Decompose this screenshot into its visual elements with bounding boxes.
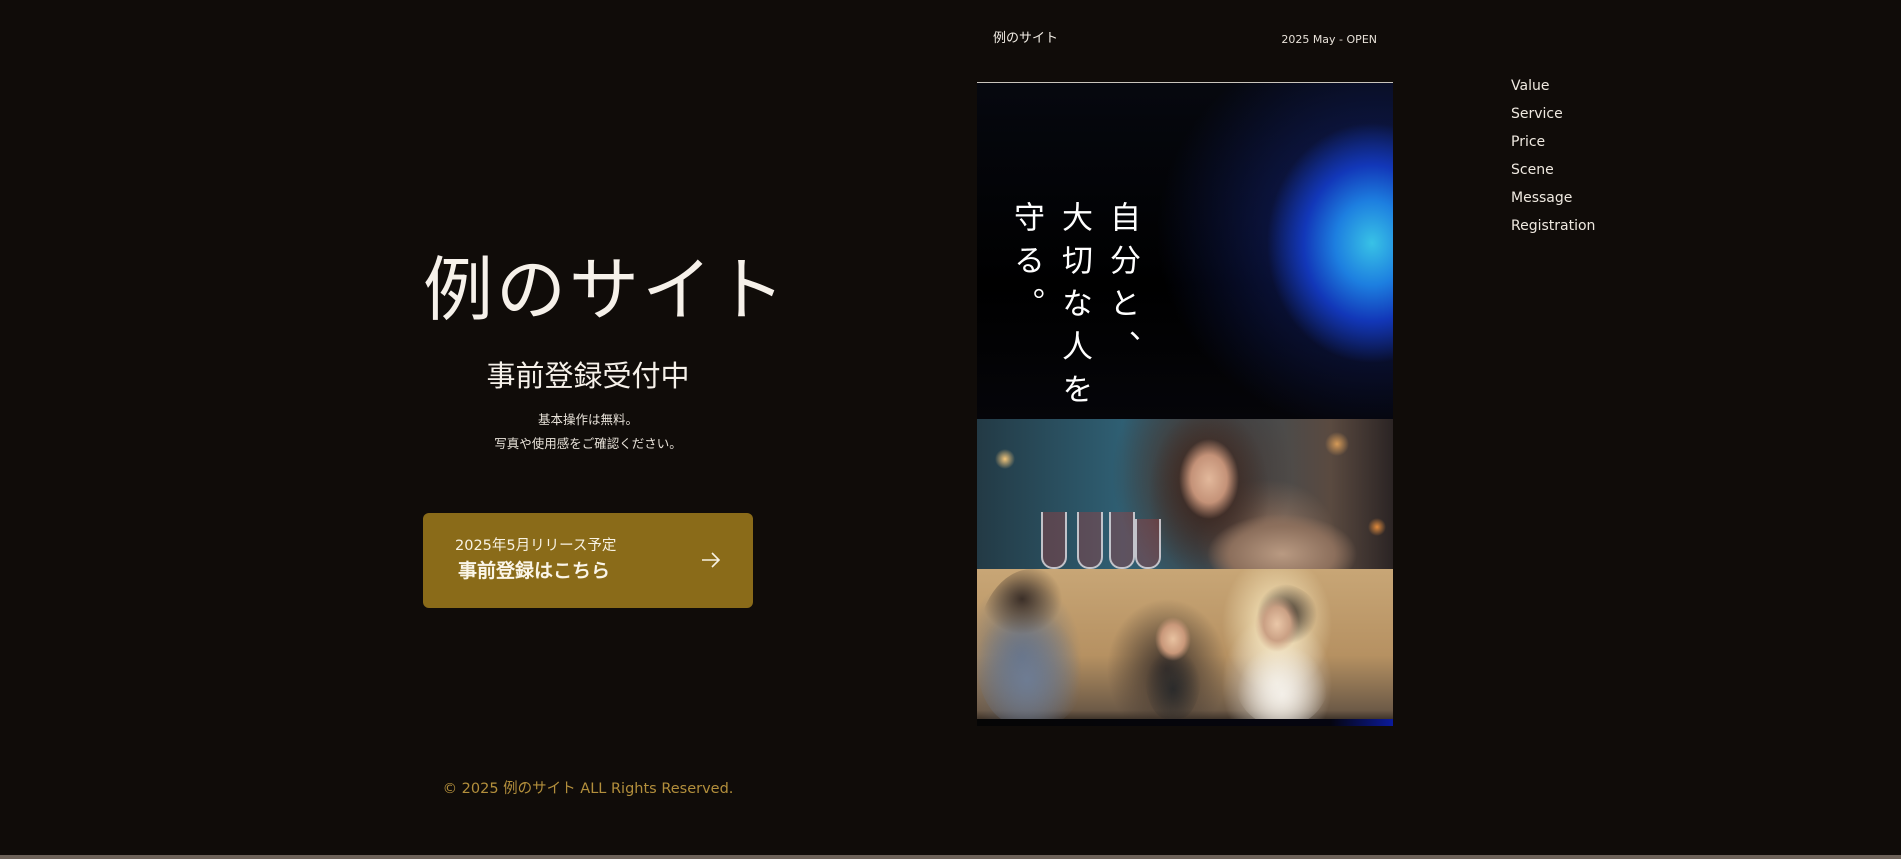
side-navigation: Value Service Price Scene Message Regist…: [1511, 72, 1595, 240]
nav-item-service[interactable]: Service: [1511, 100, 1595, 128]
pre-registration-label: 事前登録はこちら: [458, 560, 611, 582]
hero-description-line: 基本操作は無料。: [537, 412, 638, 427]
panel-header: 例のサイト 2025 May - OPEN: [977, 16, 1393, 83]
family-photo: [977, 569, 1393, 726]
hero-title: 例のサイト: [423, 249, 788, 331]
open-date: 2025 May - OPEN: [1281, 33, 1377, 46]
nav-item-price[interactable]: Price: [1511, 128, 1595, 156]
key-visual: 自分と、 大切な人を 守る。: [977, 83, 1393, 419]
key-copy-line: 自分と、: [1104, 201, 1140, 373]
landing-page: 例のサイト 事前登録受付中 基本操作は無料。 写真や使用感をご確認ください。 2…: [0, 0, 1901, 859]
key-copy-line: 守る。: [1008, 201, 1044, 330]
child-figure: [1145, 609, 1201, 719]
bottom-scroll-bar: [0, 855, 1901, 859]
hero-description: 基本操作は無料。 写真や使用感をご確認ください。: [423, 408, 753, 456]
mobile-preview-panel: 例のサイト 2025 May - OPEN 自分と、 大切な人を 守る。: [977, 16, 1393, 726]
key-copy-line: 大切な人を: [1056, 201, 1092, 416]
nav-item-scene[interactable]: Scene: [1511, 156, 1595, 184]
mother-figure: [1232, 584, 1332, 724]
wine-glass: [1109, 512, 1135, 569]
wine-glass: [1135, 519, 1161, 569]
panel-footer-strip: [977, 719, 1393, 726]
release-date-label: 2025年5月リリース予定: [455, 538, 617, 554]
wine-glass: [1077, 512, 1103, 569]
copyright: © 2025 例のサイト ALL Rights Reserved.: [442, 781, 734, 797]
panel-logo[interactable]: 例のサイト: [993, 29, 1058, 49]
wine-glass: [1041, 512, 1067, 569]
father-figure: [977, 569, 1087, 726]
nav-item-value[interactable]: Value: [1511, 72, 1595, 100]
arrow-right-icon: [699, 550, 723, 570]
dinner-photo: [977, 419, 1393, 569]
key-copy: 自分と、 大切な人を 守る。: [1007, 201, 1141, 416]
pre-registration-button[interactable]: 2025年5月リリース予定 事前登録はこちら: [423, 513, 753, 608]
hero-description-line: 写真や使用感をご確認ください。: [494, 436, 682, 451]
nav-item-registration[interactable]: Registration: [1511, 212, 1595, 240]
hero-subtitle: 事前登録受付中: [486, 359, 690, 393]
nav-item-message[interactable]: Message: [1511, 184, 1595, 212]
